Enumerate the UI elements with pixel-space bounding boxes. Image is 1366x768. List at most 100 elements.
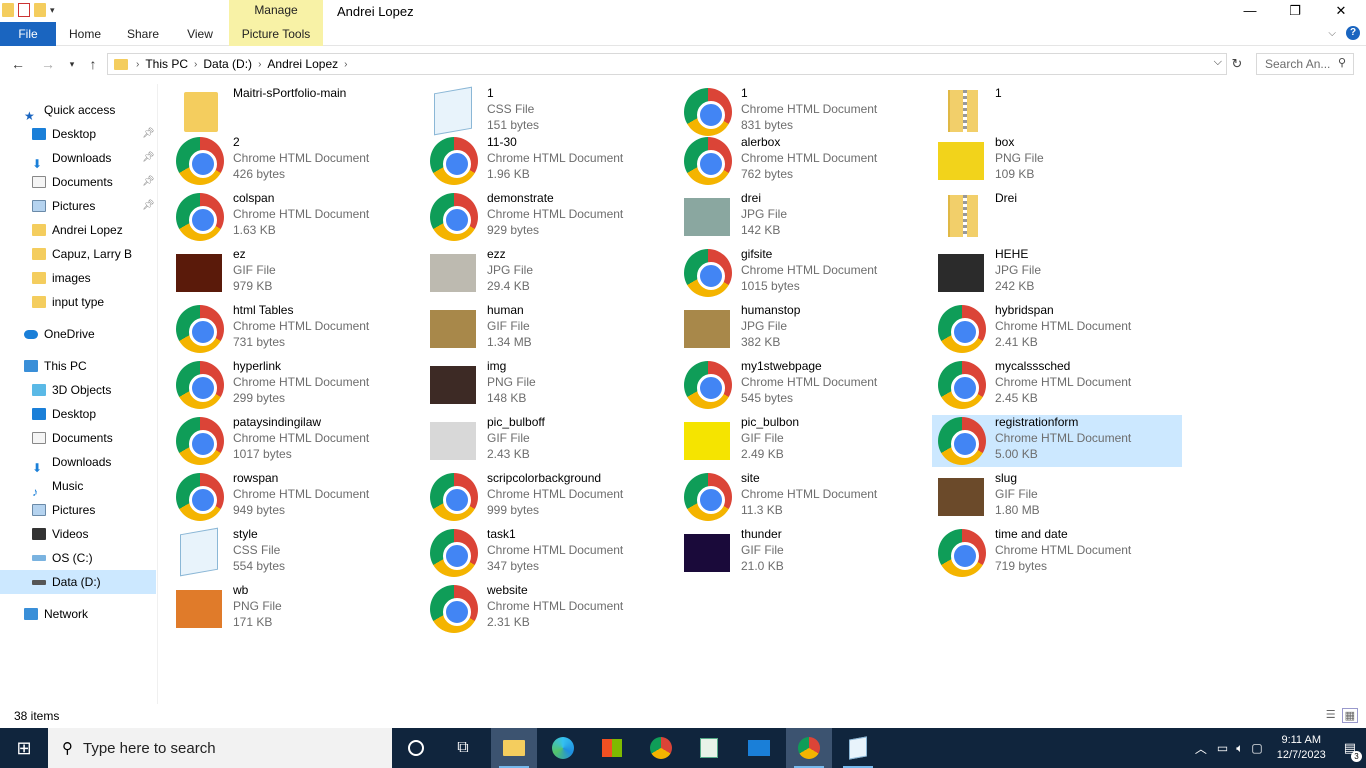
breadcrumb-data-d[interactable]: Data (D:) — [203, 57, 252, 71]
taskbar-store[interactable] — [589, 728, 635, 768]
file-tile[interactable]: wb PNG File 171 KB — [170, 583, 420, 635]
nav-folder-input-type[interactable]: input type — [32, 290, 104, 314]
file-tile[interactable]: ez GIF File 979 KB — [170, 247, 420, 299]
address-dropdown-icon[interactable]: ⌵ — [1214, 56, 1222, 69]
show-hidden-icons-icon[interactable]: ︿ — [1195, 740, 1207, 757]
file-tile[interactable]: ezz JPG File 29.4 KB — [424, 247, 674, 299]
file-tile[interactable]: pic_bulboff GIF File 2.43 KB — [424, 415, 674, 467]
taskbar-mail[interactable] — [736, 728, 782, 768]
file-tile[interactable]: humanstop JPG File 382 KB — [678, 303, 928, 355]
volume-muted-icon[interactable]: 🔈︎ — [1236, 741, 1243, 756]
file-tile[interactable]: alerbox Chrome HTML Document 762 bytes — [678, 135, 928, 187]
file-tile[interactable]: website Chrome HTML Document 2.31 KB — [424, 583, 674, 635]
task-view-button[interactable]: ⧉ — [440, 728, 486, 768]
maximize-button[interactable]: ❐ — [1272, 0, 1318, 22]
file-tile[interactable]: task1 Chrome HTML Document 347 bytes — [424, 527, 674, 579]
chevron-right-icon[interactable]: › — [258, 59, 261, 70]
close-button[interactable]: ✕ — [1318, 0, 1364, 22]
file-tile[interactable]: box PNG File 109 KB — [932, 135, 1182, 187]
taskbar-chrome[interactable] — [638, 728, 684, 768]
file-tile[interactable]: registrationform Chrome HTML Document 5.00… — [932, 415, 1182, 467]
file-tile[interactable]: my1stwebpage Chrome HTML Document 545 byte… — [678, 359, 928, 411]
file-tile[interactable]: scripcolorbackground Chrome HTML Document… — [424, 471, 674, 523]
tab-file[interactable]: File — [0, 22, 56, 46]
file-tile[interactable]: time and date Chrome HTML Document 719 byt… — [932, 527, 1182, 579]
nav-data-d[interactable]: Data (D:) — [32, 570, 101, 594]
recent-locations-button[interactable]: ▾ — [62, 54, 82, 74]
taskbar-notepad[interactable] — [835, 728, 881, 768]
manage-tab[interactable]: Manage — [229, 0, 323, 22]
file-tile[interactable]: hybridspan Chrome HTML Document 2.41 KB — [932, 303, 1182, 355]
tab-home[interactable]: Home — [60, 22, 110, 46]
file-tile[interactable]: pataysindingilaw Chrome HTML Document 1017… — [170, 415, 420, 467]
taskbar-edge[interactable] — [540, 728, 586, 768]
nav-3d-objects[interactable]: 3D Objects — [32, 378, 111, 402]
chevron-down-icon[interactable]: ▾ — [50, 5, 55, 16]
breadcrumb-this-pc[interactable]: This PC — [145, 57, 188, 71]
file-tile[interactable]: site Chrome HTML Document 11.3 KB — [678, 471, 928, 523]
help-icon[interactable]: ? — [1346, 26, 1360, 40]
new-folder-icon[interactable] — [34, 3, 46, 17]
taskbar-search[interactable]: ⚲ Type here to search — [48, 728, 392, 768]
start-button[interactable]: ⊞ — [0, 728, 48, 768]
nav-folder-images[interactable]: images — [32, 266, 91, 290]
file-tile[interactable]: drei JPG File 142 KB — [678, 191, 928, 243]
chevron-right-icon[interactable]: › — [194, 59, 197, 70]
nav-folder-capuz[interactable]: Capuz, Larry B — [32, 242, 132, 266]
forward-button[interactable]: → — [38, 54, 58, 74]
tab-picture-tools[interactable]: Picture Tools — [229, 22, 323, 46]
file-tile[interactable]: pic_bulbon GIF File 2.49 KB — [678, 415, 928, 467]
breadcrumb-andrei-lopez[interactable]: Andrei Lopez — [267, 57, 338, 71]
nav-folder-andrei-lopez[interactable]: Andrei Lopez — [32, 218, 123, 242]
refresh-button[interactable]: ↻ — [1228, 54, 1246, 74]
file-tile[interactable]: human GIF File 1.34 MB — [424, 303, 674, 355]
file-tile[interactable]: rowspan Chrome HTML Document 949 bytes — [170, 471, 420, 523]
up-button[interactable]: ↑ — [83, 54, 103, 74]
file-tile[interactable]: 1 — [932, 86, 1182, 138]
expand-ribbon-icon[interactable]: ⌵ — [1328, 28, 1336, 39]
details-view-icon[interactable]: ☰ — [1326, 708, 1336, 723]
tab-view[interactable]: View — [178, 22, 222, 46]
nav-this-pc[interactable]: This PC — [24, 354, 87, 378]
nav-pictures[interactable]: Pictures — [32, 498, 95, 522]
file-tile[interactable]: colspan Chrome HTML Document 1.63 KB — [170, 191, 420, 243]
taskbar-spreadsheet[interactable] — [686, 728, 732, 768]
chevron-right-icon[interactable]: › — [136, 59, 139, 70]
nav-documents-quick[interactable]: Documents 📌︎ — [32, 170, 155, 194]
nav-music[interactable]: ♪ Music — [32, 474, 83, 499]
file-tile[interactable]: 2 Chrome HTML Document 426 bytes — [170, 135, 420, 187]
cortana-button[interactable] — [393, 728, 439, 768]
file-tile[interactable]: 11-30 Chrome HTML Document 1.96 KB — [424, 135, 674, 187]
file-tile[interactable]: HEHE JPG File 242 KB — [932, 247, 1182, 299]
file-tile[interactable]: slug GIF File 1.80 MB — [932, 471, 1182, 523]
nav-network[interactable]: Network — [24, 602, 88, 626]
file-tile[interactable]: thunder GIF File 21.0 KB — [678, 527, 928, 579]
file-tile[interactable]: demonstrate Chrome HTML Document 929 bytes — [424, 191, 674, 243]
file-tile[interactable]: 1 Chrome HTML Document 831 bytes — [678, 86, 928, 138]
nav-desktop[interactable]: Desktop — [32, 402, 96, 426]
chevron-right-icon[interactable]: › — [344, 59, 347, 70]
file-tile[interactable]: mycalsssched Chrome HTML Document 2.45 KB — [932, 359, 1182, 411]
nav-downloads-quick[interactable]: ⬇ Downloads 📌︎ — [32, 146, 155, 171]
network-icon[interactable]: ▭ — [1217, 741, 1228, 755]
nav-downloads[interactable]: ⬇ Downloads — [32, 450, 111, 475]
notification-center-icon[interactable]: ▤ 3 — [1344, 740, 1362, 762]
tab-share[interactable]: Share — [118, 22, 168, 46]
file-tile[interactable]: gifsite Chrome HTML Document 1015 bytes — [678, 247, 928, 299]
file-tile[interactable]: img PNG File 148 KB — [424, 359, 674, 411]
taskbar-chrome-active[interactable] — [786, 728, 832, 768]
address-bar[interactable]: › This PC › Data (D:) › Andrei Lopez › ⌵ — [107, 53, 1227, 75]
meet-now-icon[interactable]: ▢ — [1251, 741, 1262, 755]
nav-documents[interactable]: Documents — [32, 426, 113, 450]
file-tile[interactable]: Maitri-sPortfolio-main — [170, 86, 420, 138]
file-tile[interactable]: 1 CSS File 151 bytes — [424, 86, 674, 138]
nav-onedrive[interactable]: OneDrive — [24, 322, 95, 346]
nav-pictures-quick[interactable]: Pictures 📌︎ — [32, 194, 155, 218]
nav-os-c[interactable]: OS (C:) — [32, 546, 93, 570]
nav-desktop-quick[interactable]: Desktop 📌︎ — [32, 122, 155, 146]
folder-icon[interactable] — [2, 3, 14, 17]
taskbar-file-explorer[interactable] — [491, 728, 537, 768]
file-tile[interactable]: Drei — [932, 191, 1182, 243]
file-tile[interactable]: html Tables Chrome HTML Document 731 bytes — [170, 303, 420, 355]
file-tile[interactable]: hyperlink Chrome HTML Document 299 bytes — [170, 359, 420, 411]
